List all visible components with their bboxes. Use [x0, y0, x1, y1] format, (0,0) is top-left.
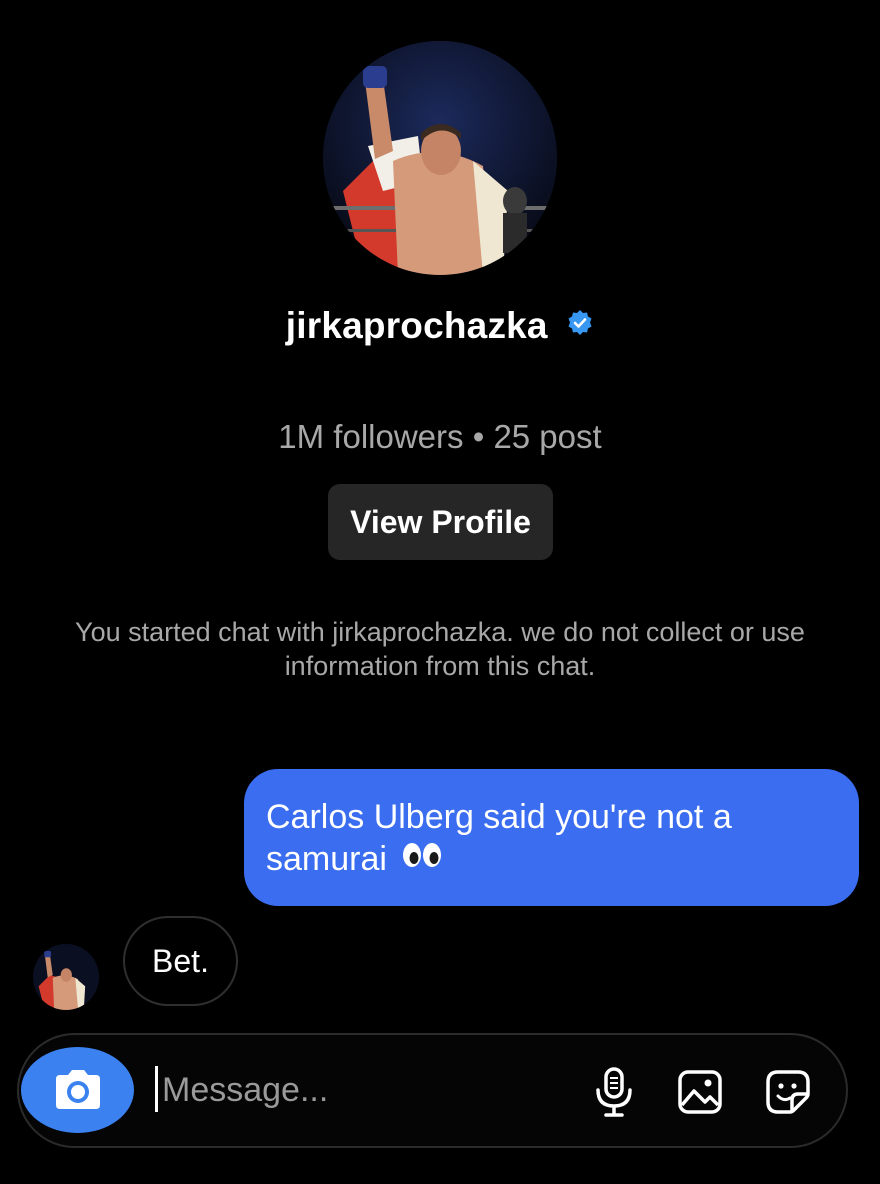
gallery-button[interactable] [672, 1064, 728, 1120]
camera-button[interactable] [21, 1047, 134, 1133]
stats-separator: • [472, 418, 485, 455]
microphone-button[interactable] [586, 1064, 642, 1120]
profile-stats: 1M followers • 25 post [0, 418, 880, 456]
text-cursor [155, 1066, 158, 1112]
posts-count: 25 post [493, 418, 602, 455]
eyes-emoji-icon [402, 837, 442, 879]
message-input[interactable] [162, 1064, 562, 1116]
chat-privacy-notice: You started chat with jirkaprochazka. we… [75, 617, 805, 681]
outgoing-message-text: Carlos Ulberg said you're not a samurai [266, 798, 732, 878]
view-profile-button[interactable]: View Profile [328, 484, 553, 560]
profile-username: jirkaprochazka [285, 305, 548, 346]
sticker-icon [766, 1070, 810, 1114]
sender-avatar[interactable] [33, 944, 99, 1010]
profile-avatar[interactable] [323, 41, 557, 275]
verified-badge-icon [566, 304, 594, 346]
outgoing-message-bubble[interactable]: Carlos Ulberg said you're not a samurai [244, 769, 859, 906]
gallery-icon [678, 1070, 722, 1114]
incoming-message-bubble[interactable]: Bet. [123, 916, 238, 1006]
sticker-button[interactable] [760, 1064, 816, 1120]
profile-username-row: jirkaprochazka [0, 305, 880, 347]
profile-photo-image [323, 41, 557, 275]
incoming-message-text: Bet. [152, 942, 209, 979]
microphone-icon [596, 1067, 632, 1117]
camera-icon [55, 1070, 100, 1109]
followers-count: 1M followers [278, 418, 464, 455]
sender-avatar-image [33, 944, 99, 1010]
